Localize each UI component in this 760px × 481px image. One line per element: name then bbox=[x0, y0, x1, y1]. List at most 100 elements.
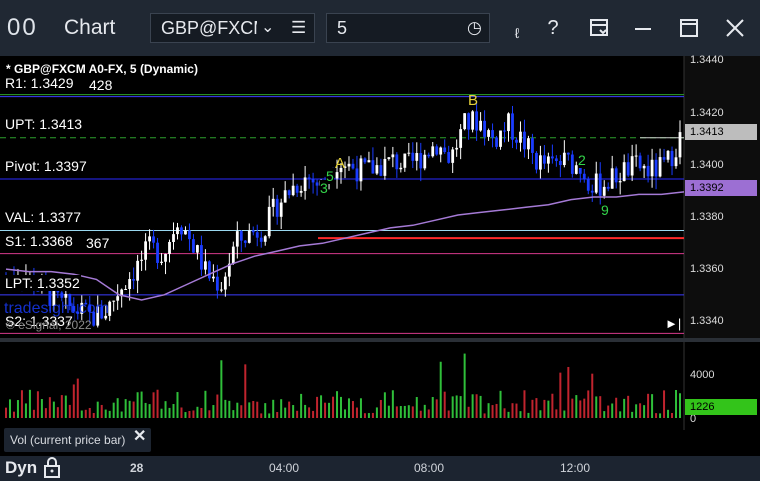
candle-body bbox=[207, 261, 211, 279]
candle-body bbox=[64, 293, 68, 298]
watermark-text: tradesight.com bbox=[4, 300, 109, 317]
menu-icon[interactable]: ☰ bbox=[291, 14, 306, 42]
volume-bar bbox=[168, 407, 171, 418]
candle-body bbox=[263, 236, 267, 242]
chart-window: 00 Chart GBP@FXCM ⌄ ☰ 5 ◷ ℓ ? bbox=[0, 0, 760, 481]
layout-icon[interactable] bbox=[586, 13, 612, 43]
candle-body bbox=[140, 259, 143, 261]
volume-bar bbox=[188, 410, 191, 418]
level-label-pivot: Pivot: 1.3397 bbox=[4, 158, 88, 174]
level-label-s1-extra: 367 bbox=[86, 235, 110, 251]
volume-bar bbox=[667, 409, 670, 418]
close-icon[interactable] bbox=[722, 13, 748, 43]
candle-body bbox=[471, 111, 475, 130]
volume-bar bbox=[471, 394, 474, 418]
scroll-to-end-icon[interactable]: ►| bbox=[665, 316, 681, 331]
volume-bar bbox=[383, 392, 386, 418]
volume-bar bbox=[543, 399, 546, 418]
candle-body bbox=[315, 182, 319, 186]
volume-bar bbox=[395, 406, 398, 418]
volume-bar bbox=[439, 361, 442, 418]
symbol-selector[interactable]: GBP@FXCM ⌄ ☰ bbox=[150, 13, 315, 43]
level-label-val: VAL: 1.3377 bbox=[4, 209, 83, 225]
volume-bar bbox=[347, 398, 350, 418]
candle-body bbox=[136, 260, 140, 281]
candle-body bbox=[523, 131, 526, 150]
volume-bar bbox=[332, 396, 335, 418]
volume-bar bbox=[603, 411, 606, 418]
candle-body bbox=[124, 288, 128, 290]
candle-body bbox=[467, 113, 471, 130]
candle-body bbox=[219, 289, 223, 291]
pane-separator[interactable] bbox=[0, 338, 760, 342]
chevron-down-icon[interactable]: ⌄ bbox=[261, 14, 274, 42]
time-tick: 04:00 bbox=[269, 461, 300, 475]
volume-bar bbox=[76, 378, 79, 418]
candle-body bbox=[283, 190, 287, 203]
volume-bar bbox=[40, 399, 43, 418]
volume-bar bbox=[284, 407, 287, 418]
candle-body bbox=[594, 173, 598, 193]
volume-bar bbox=[587, 390, 590, 418]
candle-body bbox=[247, 230, 251, 243]
candle-body bbox=[439, 147, 443, 155]
volume-bar bbox=[172, 404, 175, 418]
level-label-r1: R1: 1.3429 bbox=[4, 75, 75, 91]
volume-bar bbox=[483, 413, 486, 418]
volume-bar bbox=[523, 390, 526, 418]
candle-body bbox=[192, 239, 195, 253]
candle-body bbox=[303, 177, 307, 191]
volume-bar bbox=[196, 406, 199, 418]
candle-body bbox=[359, 158, 363, 182]
draw-icon[interactable]: ℓ bbox=[508, 18, 526, 48]
volume-bar bbox=[411, 406, 414, 418]
volume-bar bbox=[120, 411, 123, 418]
candle-body bbox=[239, 231, 243, 241]
volume-bar bbox=[507, 411, 510, 418]
price-tick: 1.3380 bbox=[690, 211, 724, 223]
candle-body bbox=[180, 227, 183, 235]
level-label-s1: S1: 1.3368 bbox=[4, 233, 74, 249]
lock-icon[interactable] bbox=[41, 456, 63, 481]
candle-body bbox=[459, 129, 463, 148]
volume-bar bbox=[32, 409, 35, 418]
candle-body bbox=[204, 261, 207, 270]
volume-bar bbox=[276, 411, 279, 418]
volume-bar bbox=[140, 391, 143, 418]
wave-label-a: A bbox=[335, 155, 346, 172]
candle-body bbox=[626, 162, 630, 176]
candle-body bbox=[507, 113, 510, 132]
help-icon[interactable]: ? bbox=[540, 13, 566, 43]
volume-bar bbox=[551, 393, 554, 418]
minimize-icon[interactable] bbox=[630, 13, 656, 43]
mode-label[interactable]: Dyn bbox=[5, 458, 37, 478]
candle-body bbox=[475, 111, 479, 131]
price-tick: 1.3400 bbox=[690, 159, 724, 171]
wave-label-9: 9 bbox=[601, 202, 609, 218]
volume-bar bbox=[479, 395, 482, 418]
candle-body bbox=[231, 246, 235, 264]
interval-selector[interactable]: 5 ◷ bbox=[326, 13, 490, 43]
volume-bar bbox=[359, 398, 362, 418]
volume-bar bbox=[336, 391, 339, 418]
price-chart[interactable] bbox=[0, 56, 760, 481]
volume-bar bbox=[116, 398, 119, 418]
candle-body bbox=[407, 152, 411, 154]
volume-bar bbox=[228, 400, 231, 418]
volume-bar bbox=[108, 410, 111, 418]
close-panel-icon[interactable]: ✕ bbox=[133, 426, 146, 446]
volume-bar bbox=[224, 399, 227, 418]
volume-bar bbox=[12, 411, 15, 418]
candle-body bbox=[267, 206, 271, 237]
candle-body bbox=[638, 155, 642, 169]
candle-body bbox=[172, 234, 175, 242]
volume-bar bbox=[499, 390, 502, 418]
volume-bar bbox=[28, 389, 31, 418]
volume-bar bbox=[539, 410, 542, 418]
volume-bar bbox=[92, 412, 95, 418]
volume-bar bbox=[559, 372, 562, 418]
price-axis-panel bbox=[684, 56, 760, 338]
maximize-icon[interactable] bbox=[676, 13, 702, 43]
candle-body bbox=[479, 120, 482, 131]
clock-icon[interactable]: ◷ bbox=[467, 14, 482, 42]
